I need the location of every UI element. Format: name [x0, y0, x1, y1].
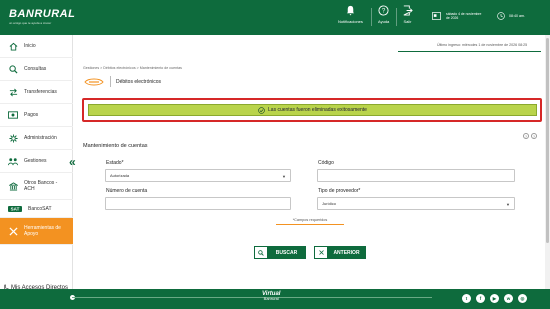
instagram-icon[interactable]: ◎: [518, 294, 527, 303]
sidebar-item-label: Consultas: [24, 66, 47, 72]
breadcrumb: Gestiones > Débitos electrónicos > Mante…: [83, 66, 182, 70]
top-header: BANRURAL un amigo que te ayuda a crecer …: [0, 0, 550, 35]
facebook-icon[interactable]: f: [476, 294, 485, 303]
help-circle-icon: ?: [378, 5, 389, 16]
numero-cuenta-label: Número de cuenta: [106, 188, 148, 194]
footer: Virtual Banrural t f ▶ w ◎: [0, 289, 550, 309]
sidebar-item-label: Administración: [24, 135, 57, 141]
required-note: *Campos requeridos: [276, 218, 344, 225]
check-circle-icon: [258, 106, 265, 114]
collapse-sidebar-icon[interactable]: «: [69, 155, 76, 169]
session-info: sábado 4 de noviembre de 2026: [432, 12, 484, 20]
sidebar-item-administracion[interactable]: Administración: [0, 127, 73, 150]
tools-icon: [8, 226, 18, 236]
home-icon: [8, 41, 18, 51]
whatsapp-icon[interactable]: w: [504, 294, 513, 303]
sat-icon: SAT: [8, 204, 22, 214]
footer-brand-sub: Banrural: [263, 295, 279, 301]
help-button[interactable]: ? Ayuda: [378, 5, 389, 24]
sidebar-item-inicio[interactable]: Inicio: [0, 35, 73, 58]
last-login-text: Último ingreso: miércoles 1 de noviembre…: [437, 43, 528, 47]
notifications-button[interactable]: Notificaciones: [338, 5, 363, 24]
sidebar-item-label: Herramientas de Apoyo: [24, 225, 61, 237]
chevron-down-icon: ▼: [506, 202, 510, 207]
bell-icon: [345, 5, 356, 16]
sidebar-item-label: Otros Bancos - ACH: [24, 180, 58, 192]
sidebar-item-pagos[interactable]: Pagos: [0, 104, 73, 127]
sidebar-item-label: Gestiones: [24, 158, 47, 164]
admin-icon: [8, 133, 18, 143]
search-icon: [8, 64, 18, 74]
chevron-down-icon: ▼: [282, 174, 286, 179]
sidebar-item-label: Pagos: [24, 112, 39, 118]
help-icon[interactable]: ?: [523, 133, 529, 139]
logo-tagline: un amigo que te ayuda a crecer: [9, 21, 52, 25]
tipo-proveedor-label: Tipo de proveedor*: [318, 188, 361, 194]
sidebar: Inicio Consultas Transferencias Pagos Ad…: [0, 35, 73, 306]
codigo-input[interactable]: [317, 169, 515, 182]
header-divider: [396, 8, 397, 26]
info-icon[interactable]: ?: [531, 133, 537, 139]
tipo-proveedor-value: Jurídico: [322, 201, 337, 206]
anterior-label: ANTERIOR: [333, 249, 360, 256]
tipo-proveedor-select[interactable]: Jurídico ▼: [317, 197, 515, 210]
codigo-label: Código: [318, 160, 334, 166]
title-divider: [110, 76, 111, 87]
estado-value: Autorizada: [110, 173, 130, 178]
help-label: Ayuda: [378, 19, 390, 24]
clock: 08:40 am.: [497, 12, 525, 20]
numero-cuenta-input[interactable]: [105, 197, 291, 210]
sidebar-item-gestiones[interactable]: Gestiones: [0, 150, 73, 173]
clock-icon: [497, 12, 505, 20]
logo-text: BANRURAL: [9, 8, 76, 20]
svg-text:?: ?: [382, 8, 386, 15]
footer-logo: Virtual Banrural: [262, 291, 280, 301]
sidebar-item-label: Transferencias: [24, 89, 57, 95]
svg-text:SAT: SAT: [11, 206, 20, 211]
exit-label: Salir: [403, 19, 412, 24]
transfer-icon: [8, 87, 18, 97]
alert-text: Las cuentas fueron eliminadas exitosamen…: [268, 107, 367, 113]
sidebar-item-label: BancoSAT: [28, 205, 52, 212]
sidebar-item-transferencias[interactable]: Transferencias: [0, 81, 73, 104]
sidebar-item-herramientas[interactable]: Herramientas de Apoyo: [0, 218, 73, 245]
page-title: Débitos electrónicos: [116, 78, 162, 85]
sidebar-item-otros-bancos[interactable]: Otros Bancos - ACH: [0, 173, 73, 200]
electronic-debit-icon: [84, 78, 104, 85]
session-date: sábado 4 de noviembre de 2026: [446, 12, 482, 21]
payments-icon: [8, 110, 18, 120]
youtube-icon[interactable]: ▶: [490, 294, 499, 303]
help-icons: ? ?: [523, 133, 537, 139]
social-links: t f ▶ w ◎: [462, 294, 527, 303]
bank-icon: [8, 181, 18, 191]
session-card-icon: [432, 12, 441, 21]
buscar-button[interactable]: BUSCAR: [254, 246, 306, 259]
notifications-label: Notificaciones: [338, 19, 363, 24]
anterior-button[interactable]: ANTERIOR: [314, 246, 366, 259]
exit-button[interactable]: Salir: [402, 5, 413, 24]
sidebar-item-bancosat[interactable]: SAT BancoSAT: [0, 200, 73, 218]
buscar-label: BUSCAR: [275, 249, 298, 256]
header-divider: [371, 8, 372, 26]
twitter-icon[interactable]: t: [462, 294, 471, 303]
banrural-logo[interactable]: BANRURAL un amigo que te ayuda a crecer: [9, 8, 75, 25]
scrollbar-thumb[interactable]: [546, 38, 549, 243]
page-header: Débitos electrónicos: [83, 76, 161, 87]
estado-label: Estado*: [106, 160, 124, 166]
section-title: Mantenimiento de cuentas: [83, 143, 148, 149]
sidebar-item-consultas[interactable]: Consultas: [0, 58, 73, 81]
estado-select[interactable]: Autorizada ▼: [105, 169, 291, 182]
footer-line: [72, 297, 432, 298]
search-icon: [255, 247, 268, 258]
clock-time: 08:40 am.: [509, 14, 525, 18]
success-alert: Las cuentas fueron eliminadas exitosamen…: [88, 104, 537, 116]
close-icon: [315, 247, 328, 258]
management-icon: [8, 156, 18, 166]
logout-icon: [402, 5, 413, 16]
sidebar-item-label: Inicio: [24, 43, 36, 49]
vertical-scrollbar[interactable]: [545, 35, 550, 294]
last-login-underline: [398, 51, 541, 52]
